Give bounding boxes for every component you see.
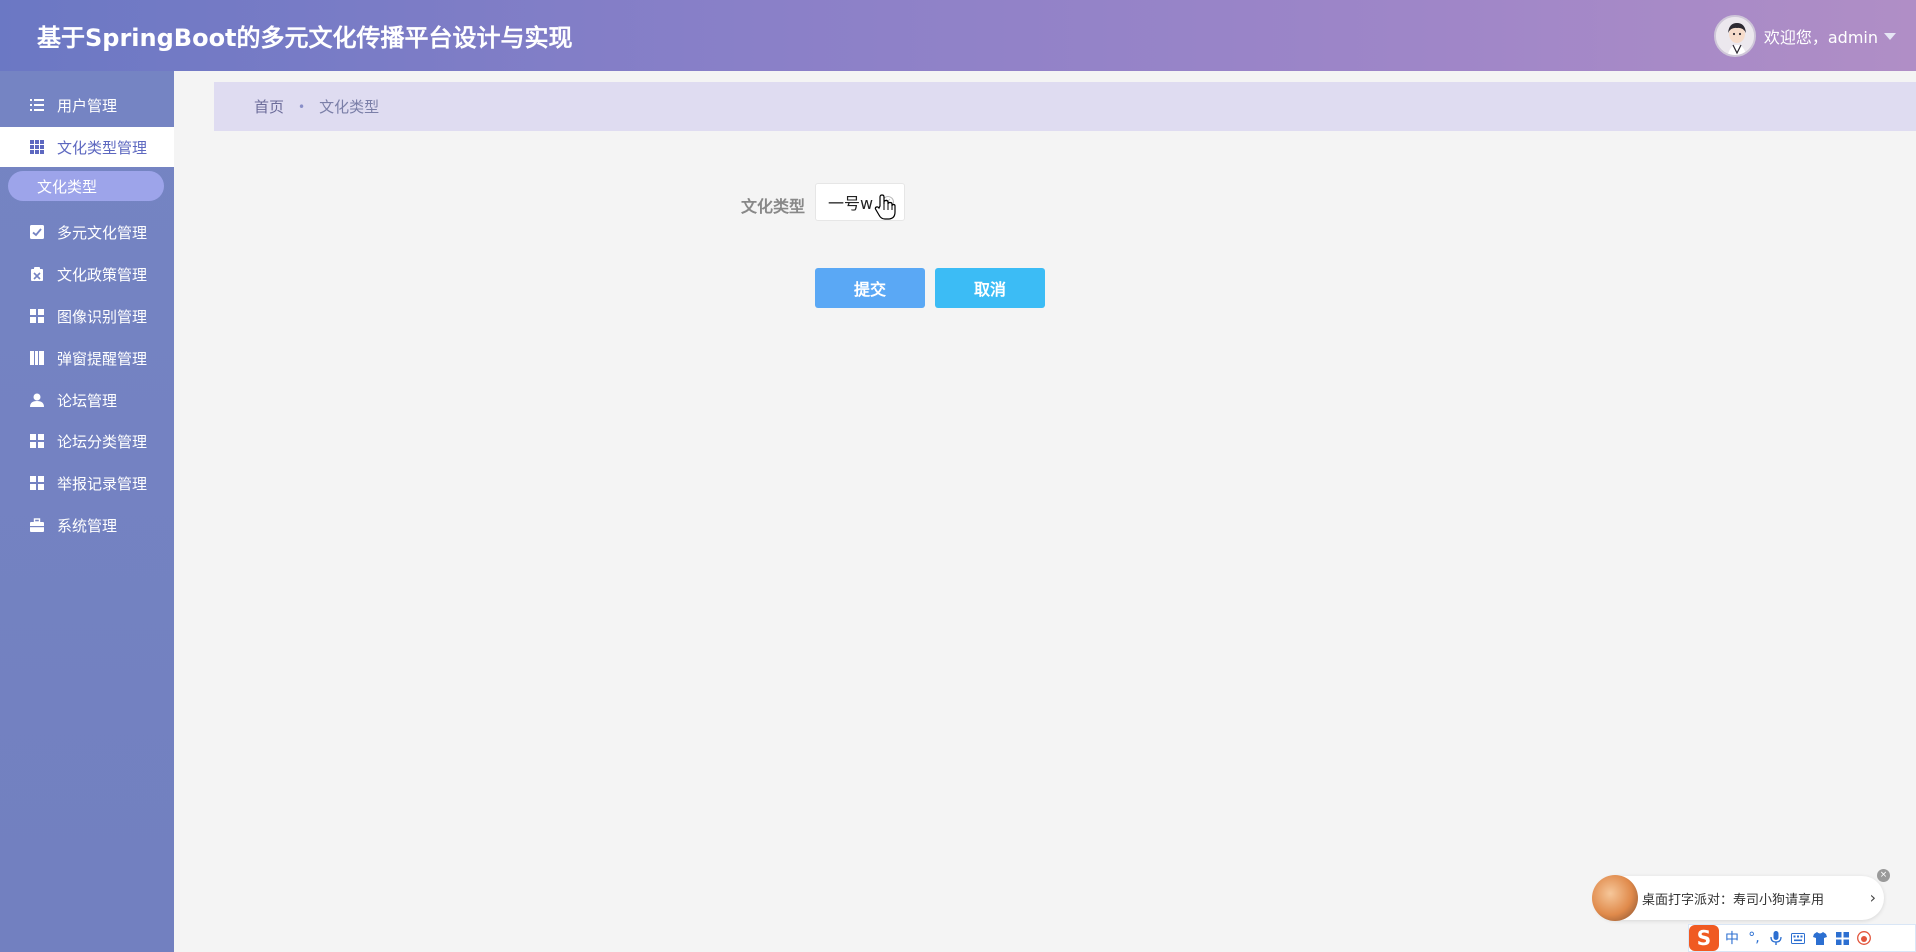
sidebar-item-popup-reminder-management[interactable]: 弹窗提醒管理 bbox=[0, 338, 174, 378]
avatar-icon bbox=[1715, 17, 1754, 55]
sidebar-item-label: 文化政策管理 bbox=[57, 265, 148, 284]
breadcrumb-separator: • bbox=[298, 99, 306, 114]
avatar[interactable] bbox=[1713, 15, 1756, 57]
apps-icon[interactable] bbox=[1831, 927, 1853, 949]
mic-icon[interactable] bbox=[1765, 927, 1787, 949]
clear-icon[interactable]: ✕ bbox=[882, 196, 894, 208]
breadcrumb: 首页 • 文化类型 bbox=[214, 82, 1916, 131]
caret-down-icon[interactable] bbox=[1884, 32, 1896, 40]
grid-icon bbox=[30, 140, 44, 154]
sidebar-item-label: 文化类型管理 bbox=[57, 138, 148, 157]
list-icon bbox=[30, 99, 44, 111]
check-square-icon bbox=[30, 225, 44, 239]
apps-icon bbox=[30, 309, 44, 323]
cancel-button[interactable]: 取消 bbox=[935, 268, 1045, 308]
sidebar-item-label: 多元文化管理 bbox=[57, 223, 148, 242]
culture-type-label: 文化类型 bbox=[741, 197, 806, 216]
apps-icon bbox=[30, 476, 44, 490]
sidebar-item-label: 论坛分类管理 bbox=[57, 432, 148, 451]
sidebar-item-label: 系统管理 bbox=[57, 516, 118, 535]
breadcrumb-home-link[interactable]: 首页 bbox=[254, 96, 284, 117]
keyboard-icon[interactable] bbox=[1787, 927, 1809, 949]
ime-promo-text: 桌面打字派对：寿司小狗请享用 bbox=[1642, 892, 1825, 908]
sidebar-item-label: 弹窗提醒管理 bbox=[57, 349, 148, 368]
app-title: 基于SpringBoot的多元文化传播平台设计与实现 bbox=[37, 24, 573, 52]
ime-promo-popup[interactable]: 桌面打字派对：寿司小狗请享用 › bbox=[1592, 875, 1884, 921]
shirt-icon[interactable] bbox=[1809, 927, 1831, 949]
apps-icon bbox=[30, 434, 44, 448]
user-menu[interactable]: 欢迎您，admin bbox=[1713, 15, 1896, 57]
ime-toolbar: S 中 °, bbox=[1688, 924, 1916, 952]
sidebar-item-multicultural-management[interactable]: 多元文化管理 bbox=[0, 212, 174, 252]
ime-logo-icon[interactable]: S bbox=[1689, 925, 1719, 951]
sidebar-item-image-recognition-management[interactable]: 图像识别管理 bbox=[0, 296, 174, 336]
user-icon bbox=[30, 393, 44, 407]
sidebar-item-user-management[interactable]: 用户管理 bbox=[0, 85, 174, 125]
sidebar-item-culture-policy-management[interactable]: 文化政策管理 bbox=[0, 254, 174, 294]
sidebar-item-label: 图像识别管理 bbox=[57, 307, 148, 326]
submit-button[interactable]: 提交 bbox=[815, 268, 925, 308]
clipboard-icon bbox=[31, 267, 43, 281]
emoji-icon[interactable] bbox=[1853, 927, 1875, 949]
sidebar-item-forum-management[interactable]: 论坛管理 bbox=[0, 380, 174, 420]
ime-promo-close-icon[interactable]: × bbox=[1877, 869, 1890, 882]
sidebar-item-forum-category-management[interactable]: 论坛分类管理 bbox=[0, 421, 174, 461]
sidebar-item-label: 举报记录管理 bbox=[57, 474, 148, 493]
ime-language-toggle[interactable]: 中 bbox=[1721, 927, 1743, 949]
sidebar-item-culture-type-management[interactable]: 文化类型管理 bbox=[0, 127, 174, 167]
breadcrumb-current: 文化类型 bbox=[319, 98, 380, 116]
top-header: 基于SpringBoot的多元文化传播平台设计与实现 欢迎您，admin bbox=[0, 0, 1916, 71]
chevron-right-icon[interactable]: › bbox=[1870, 888, 1876, 907]
ime-promo-avatar bbox=[1592, 875, 1638, 921]
sidebar-subitem-culture-type[interactable]: 文化类型 bbox=[8, 171, 164, 201]
welcome-text: 欢迎您，admin bbox=[1763, 28, 1878, 47]
sidebar-item-label: 论坛管理 bbox=[57, 391, 118, 410]
sidebar-item-report-record-management[interactable]: 举报记录管理 bbox=[0, 463, 174, 503]
sidebar-item-system-management[interactable]: 系统管理 bbox=[0, 505, 174, 545]
sidebar: 用户管理 文化类型管理 文化类型 多元文化管理 文化政策管理 图像识别管理 弹窗… bbox=[0, 71, 174, 952]
book-icon bbox=[30, 351, 44, 365]
briefcase-icon bbox=[30, 518, 44, 532]
ime-punctuation-toggle[interactable]: °, bbox=[1743, 927, 1765, 949]
sidebar-item-label: 用户管理 bbox=[57, 96, 118, 115]
